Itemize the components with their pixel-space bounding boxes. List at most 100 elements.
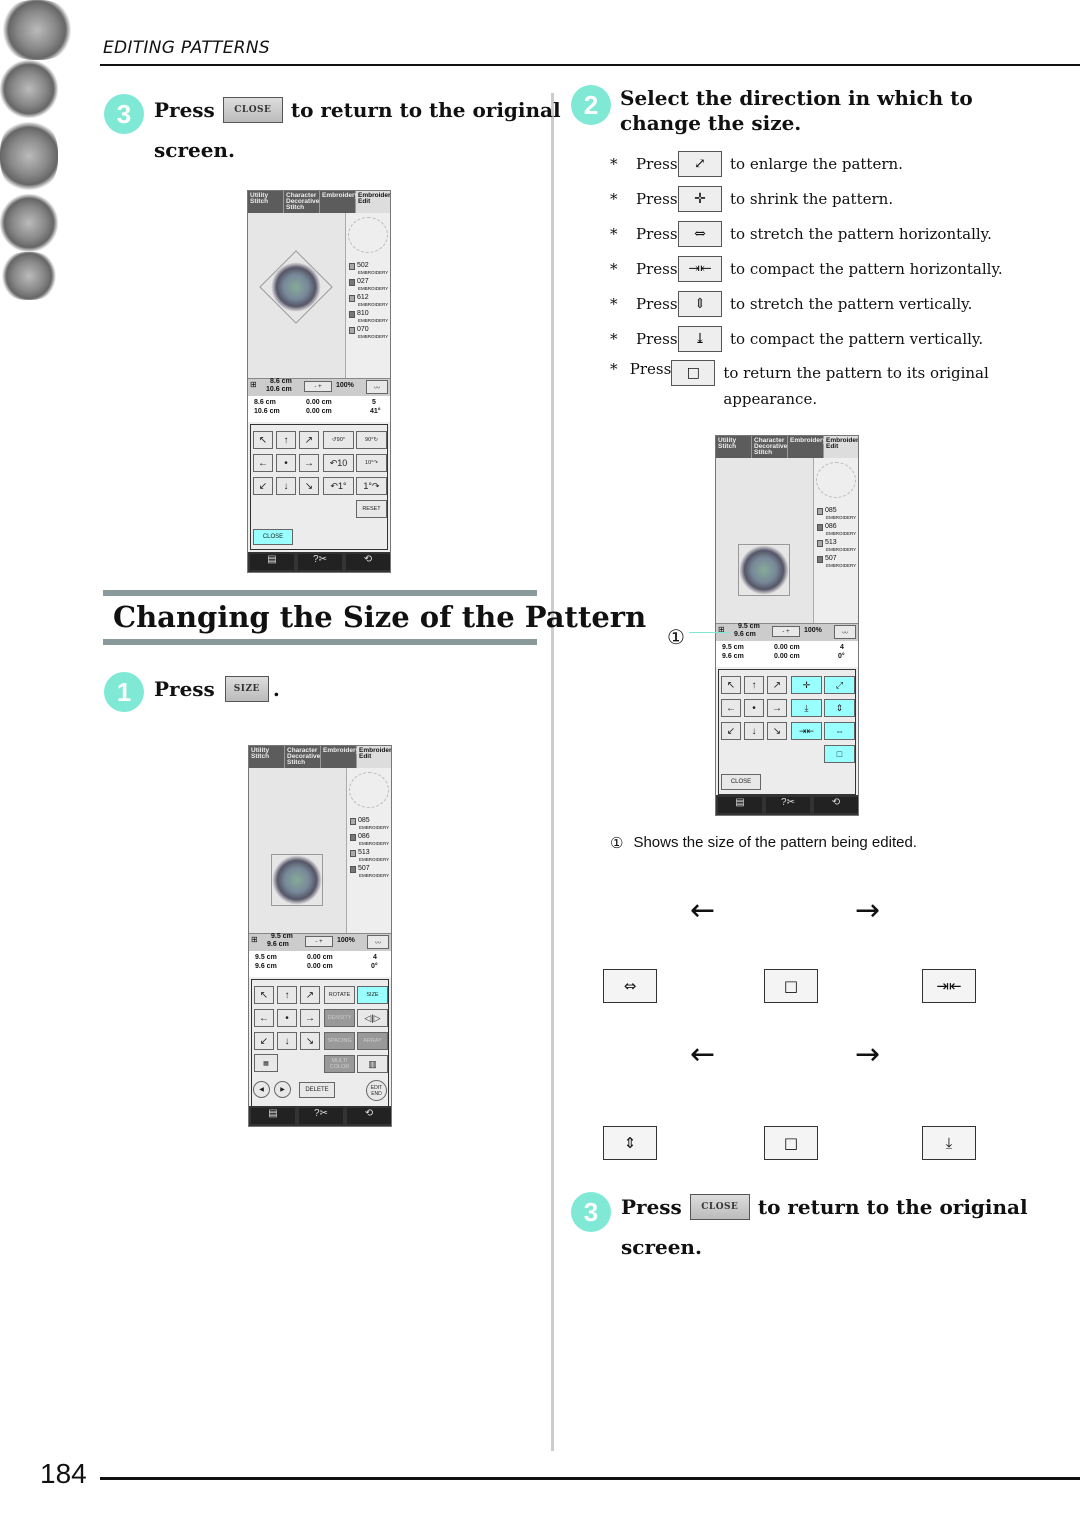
close-button[interactable]: CLOSE (253, 529, 293, 545)
bullet: * (610, 225, 618, 243)
tab-bar: Utility Stitch Character Decorative Stitc… (248, 191, 390, 213)
step1-instruction: Press SIZE . (154, 676, 280, 702)
thread-name: EMBROIDERY (826, 547, 857, 552)
arrow-button-1[interactable]: ↖ (721, 676, 741, 694)
manual-icon[interactable]: ▤ (718, 797, 762, 813)
help-icon[interactable]: ?✂ (766, 797, 810, 813)
embroidery-pattern (271, 854, 323, 906)
function-button-1[interactable]: ✛ (791, 676, 822, 694)
function-button-3[interactable]: ⤓ (791, 699, 822, 717)
arrow-button-3[interactable]: ↗ (300, 986, 320, 1004)
screen-size: Utility Stitch Character Decorative Stitc… (715, 435, 859, 816)
arrow-button-2[interactable]: ↑ (744, 676, 764, 694)
arrow-button-8[interactable]: ↓ (744, 722, 764, 740)
list-item: * Press ⇥⇤ to compact the pattern horizonta… (610, 255, 1003, 283)
function-button-7[interactable]: MULTI COLOR (324, 1055, 355, 1073)
machine-settings-icon[interactable]: ⟲ (346, 554, 390, 570)
function-button-1[interactable]: ↺90° (323, 431, 354, 449)
function-button-8[interactable]: □ (824, 745, 855, 763)
compact-vertical-icon: ⤓ (922, 1126, 976, 1160)
header-rule (100, 64, 1080, 66)
machine-settings-icon[interactable]: ⟲ (347, 1108, 391, 1124)
arrow-button-1[interactable]: ↖ (254, 986, 274, 1004)
arrow-button-9[interactable]: ↘ (767, 722, 787, 740)
next-button[interactable]: ▶ (274, 1081, 291, 1098)
arrow-button-9[interactable]: ↘ (299, 477, 319, 495)
delete-button[interactable]: DELETE (299, 1082, 335, 1098)
preview-button: 〰 (367, 935, 389, 949)
step-badge-2: 2 (571, 85, 611, 125)
arrow-button-5[interactable]: • (744, 699, 764, 717)
function-button-1[interactable]: ROTATE (324, 986, 355, 1004)
step3-right-text: to return to the original (757, 1195, 1028, 1219)
info-angle: 0° (838, 653, 845, 660)
arrow-button-7[interactable]: ↙ (254, 1032, 274, 1050)
pattern-outline-thumbnail (816, 462, 856, 498)
function-button-8[interactable]: RESET (356, 500, 387, 518)
help-icon[interactable]: ?✂ (298, 554, 342, 570)
step3-text-cont: screen. (154, 138, 235, 162)
function-button-2[interactable]: 90°↻ (356, 431, 387, 449)
help-icon[interactable]: ?✂ (299, 1108, 343, 1124)
thread-spool-icon (349, 327, 355, 334)
thread-name: EMBROIDERY (358, 270, 389, 275)
function-button-3[interactable]: ↶10 (323, 454, 354, 472)
pattern-select-button[interactable]: ▦ (254, 1054, 278, 1072)
item-text: to shrink the pattern. (730, 190, 894, 208)
arrow-button-7[interactable]: ↙ (253, 477, 273, 495)
function-button-4[interactable]: ◁|▷ (357, 1009, 388, 1027)
arrow-button-2[interactable]: ↑ (276, 431, 296, 449)
manual-icon[interactable]: ▤ (251, 1108, 295, 1124)
function-button-2[interactable]: ⤢ (824, 676, 855, 694)
step3-text: to return to the original (290, 98, 561, 122)
manual-icon[interactable]: ▤ (250, 554, 294, 570)
arrow-button-4[interactable]: ← (721, 699, 741, 717)
function-button-4[interactable]: 10°↷ (356, 454, 387, 472)
thread-code: 086 (825, 523, 837, 530)
list-item: * Press ⇕ to stretch the pattern vertically… (610, 290, 972, 318)
arrow-button-6[interactable]: → (767, 699, 787, 717)
close-button[interactable]: CLOSE (721, 774, 761, 790)
step3-right-instruction: Press CLOSE to return to the original (621, 1194, 1028, 1220)
arrow-button-5[interactable]: • (277, 1009, 297, 1027)
info-offset-y: 0.00 cm (307, 954, 333, 961)
thread-spool-icon (349, 263, 355, 270)
function-button-6[interactable]: 1°↷ (356, 477, 387, 495)
arrow-button-8[interactable]: ↓ (277, 1032, 297, 1050)
period: . (272, 677, 280, 701)
arrow-button-8[interactable]: ↓ (276, 477, 296, 495)
edit-end-button[interactable]: EDIT END (366, 1080, 387, 1101)
tab-3: Embroidery (320, 191, 358, 213)
press-label: Press (636, 155, 678, 173)
arrow-button-1[interactable]: ↖ (253, 431, 273, 449)
arrow-button-9[interactable]: ↘ (300, 1032, 320, 1050)
function-button-8[interactable]: ▥ (357, 1055, 388, 1073)
arrow-left: ← (690, 893, 716, 928)
info-width: 10.6 cm (254, 408, 280, 415)
arrow-button-6[interactable]: → (300, 1009, 320, 1027)
machine-settings-icon[interactable]: ⟲ (814, 797, 858, 813)
function-button-2[interactable]: SIZE (357, 986, 388, 1004)
arrow-button-4[interactable]: ← (253, 454, 273, 472)
arrow-button-7[interactable]: ↙ (721, 722, 741, 740)
function-button-6[interactable]: ⇔ (824, 722, 855, 740)
step2-title: Select the direction in which to change … (620, 86, 973, 135)
arrow-button-5[interactable]: • (276, 454, 296, 472)
function-button-6[interactable]: ARRAY (357, 1032, 388, 1050)
function-button-5[interactable]: SPACING (324, 1032, 355, 1050)
prev-button[interactable]: ◀ (253, 1081, 270, 1098)
arrow-button-2[interactable]: ↑ (277, 986, 297, 1004)
item-text: to enlarge the pattern. (730, 155, 903, 173)
rose-original (0, 194, 58, 252)
function-button-5[interactable]: ⇥⇤ (791, 722, 822, 740)
thread-spool-icon (350, 866, 356, 873)
press-label: Press (636, 190, 678, 208)
function-button-4[interactable]: ⇕ (824, 699, 855, 717)
arrow-button-3[interactable]: ↗ (767, 676, 787, 694)
thread-spool-icon (349, 279, 355, 286)
arrow-button-4[interactable]: ← (254, 1009, 274, 1027)
arrow-button-3[interactable]: ↗ (299, 431, 319, 449)
function-button-3[interactable]: DENSITY (324, 1009, 355, 1027)
arrow-button-6[interactable]: → (299, 454, 319, 472)
function-button-5[interactable]: ↶1° (323, 477, 354, 495)
